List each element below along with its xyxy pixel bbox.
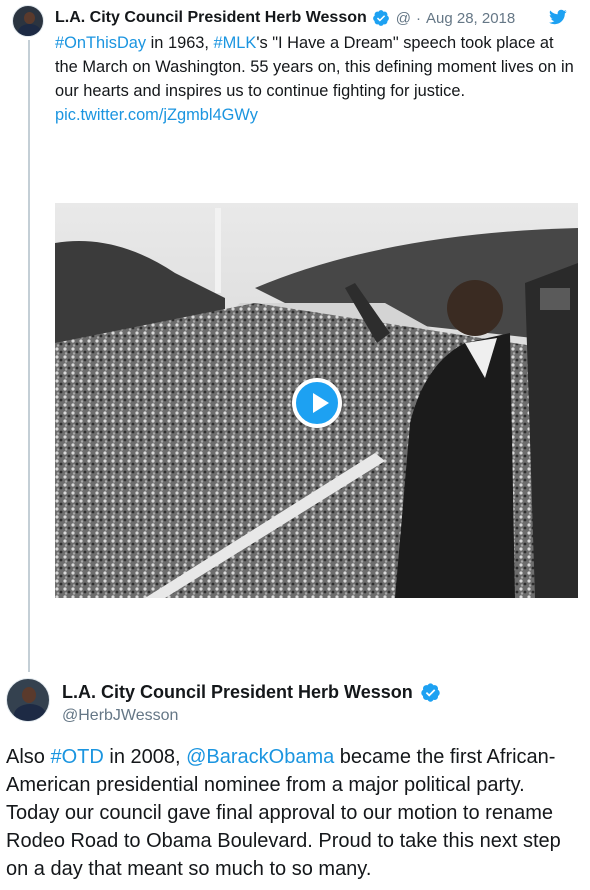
avatar[interactable] xyxy=(12,5,44,37)
display-name[interactable]: L.A. City Council President Herb Wesson xyxy=(55,9,367,27)
hashtag-link[interactable]: #MLK xyxy=(214,34,257,52)
media-link[interactable]: pic.twitter.com/jZgmbl4GWy xyxy=(55,106,258,124)
twitter-bird-icon[interactable] xyxy=(548,8,568,26)
avatar[interactable] xyxy=(6,678,50,722)
tweet-text: #OnThisDay in 1963, #MLK's "I Have a Dre… xyxy=(55,31,580,127)
mention-link[interactable]: @BarackObama xyxy=(186,746,334,768)
display-name[interactable]: L.A. City Council President Herb Wesson xyxy=(62,682,413,703)
tweet-date[interactable]: Aug 28, 2018 xyxy=(426,10,515,27)
verified-badge-icon xyxy=(372,10,389,26)
hashtag-link[interactable]: #OTD xyxy=(50,746,103,768)
tweet-text: Also #OTD in 2008, @BarackObama became t… xyxy=(6,743,582,883)
play-button-icon[interactable] xyxy=(292,378,342,428)
tweet-header: L.A. City Council President Herb Wesson … xyxy=(55,7,580,29)
hashtag-link[interactable]: #OnThisDay xyxy=(55,34,146,52)
tweet-text-segment: Also xyxy=(6,746,51,768)
video-thumbnail[interactable] xyxy=(55,203,578,598)
display-name-row: L.A. City Council President Herb Wesson xyxy=(62,682,441,703)
thread-connector-line xyxy=(28,40,30,672)
separator-dot: · xyxy=(416,9,421,27)
tweet-text-segment: in 2008, xyxy=(103,746,187,768)
handle[interactable]: @ xyxy=(396,10,411,27)
tweet-text-segment: in 1963, xyxy=(146,34,214,52)
verified-badge-icon xyxy=(421,683,440,702)
handle[interactable]: @HerbJWesson xyxy=(62,707,178,725)
